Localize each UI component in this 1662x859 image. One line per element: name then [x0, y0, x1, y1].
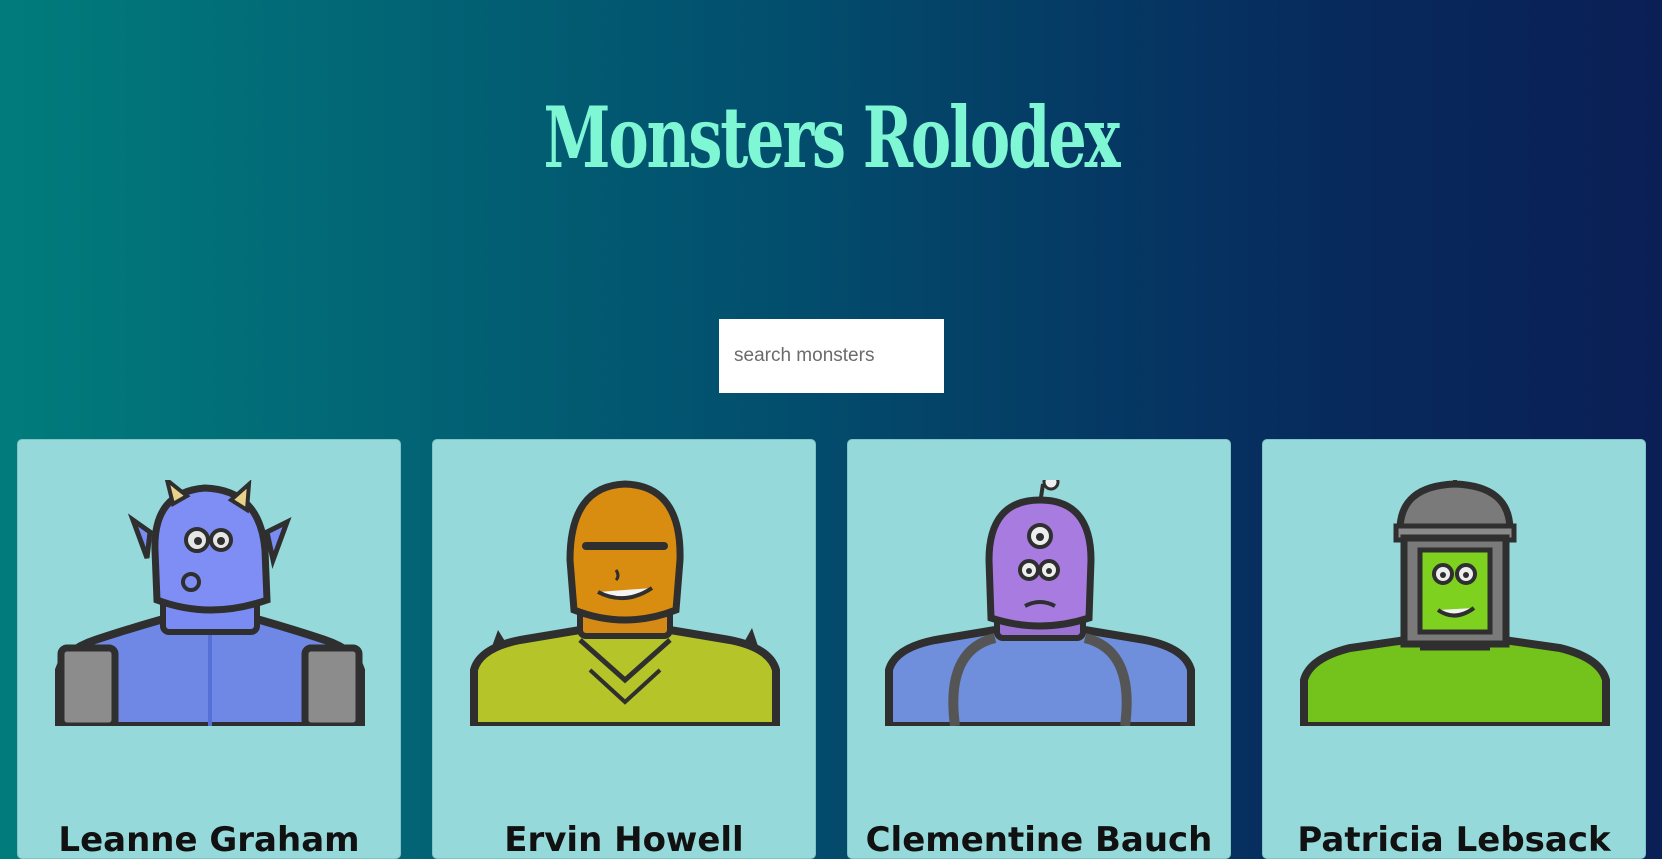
monster-avatar-image	[1300, 480, 1610, 726]
monster-avatar-image	[470, 480, 780, 726]
page-title: Monsters Rolodex	[543, 88, 1121, 187]
monster-card[interactable]: Clementine Bauch	[847, 439, 1231, 859]
search-input[interactable]	[719, 319, 944, 393]
monster-avatar-image	[55, 480, 365, 726]
monster-card[interactable]: Ervin Howell	[432, 439, 816, 859]
monster-card[interactable]: Leanne Graham	[17, 439, 401, 859]
monster-card[interactable]: Patricia Lebsack	[1262, 439, 1646, 859]
monster-avatar-image	[885, 480, 1195, 726]
